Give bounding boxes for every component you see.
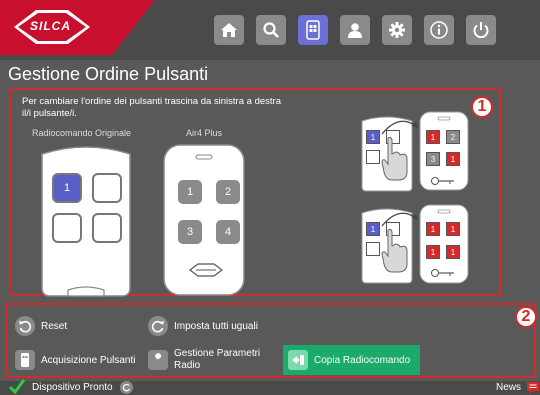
hand-pointer-icon xyxy=(381,136,408,181)
status-refresh-button[interactable] xyxy=(120,381,133,394)
user-button[interactable] xyxy=(340,15,370,45)
illus-button-label: 1 xyxy=(370,132,376,142)
step-badge-1: 1 xyxy=(471,96,493,118)
info-icon xyxy=(430,21,448,39)
silca-logo: SILCA xyxy=(0,0,155,55)
power-icon xyxy=(473,22,489,39)
acquire-buttons-label: Acquisizione Pulsanti xyxy=(41,354,136,366)
device-ready-text: Dispositivo Pronto xyxy=(32,382,113,393)
gear-icon xyxy=(389,22,405,38)
illus-button-label: 1 xyxy=(370,224,376,234)
illus-button: 1 xyxy=(426,130,440,144)
illus-button: 3 xyxy=(426,152,440,166)
power-button[interactable] xyxy=(466,15,496,45)
set-all-equal-label: Imposta tutti uguali xyxy=(174,320,258,332)
home-icon xyxy=(221,23,237,37)
copy-remote-icon xyxy=(288,350,308,370)
target-remote-button-1[interactable]: 1 xyxy=(178,180,202,204)
news-chat-icon[interactable] xyxy=(526,381,540,395)
illus-button-label: 1 xyxy=(450,247,456,257)
reset-button[interactable]: Reset xyxy=(15,316,67,336)
acquire-buttons-button[interactable]: Acquisizione Pulsanti xyxy=(15,350,136,370)
wrench-icon xyxy=(148,350,168,370)
illus-button: 1 xyxy=(426,245,440,259)
silca-mini-logo-icon xyxy=(189,263,223,277)
target-remote-button-2[interactable]: 2 xyxy=(216,180,240,204)
manage-params-button[interactable]: Gestione Parametri Radio xyxy=(148,348,268,372)
illus-button-label: 1 xyxy=(430,132,436,142)
settings-button[interactable] xyxy=(382,15,412,45)
original-remote-label: Radiocomando Originale xyxy=(32,128,132,138)
remote-icon xyxy=(306,20,320,40)
illus-button-label: 1 xyxy=(450,154,456,164)
illus-button-label: 1 xyxy=(450,224,456,234)
illus-button xyxy=(366,242,380,256)
hand-pointer-icon xyxy=(381,228,408,273)
original-remote-button-4[interactable] xyxy=(92,213,122,243)
illus-button: 2 xyxy=(446,130,460,144)
copy-remote-button[interactable]: Copia Radiocomando xyxy=(283,345,420,375)
key-logo-icon xyxy=(431,269,454,277)
original-remote-button-2[interactable] xyxy=(92,173,122,203)
refresh-icon xyxy=(148,316,168,336)
search-icon xyxy=(263,22,279,38)
target-remote-button-4[interactable]: 4 xyxy=(216,220,240,244)
remote-acquire-icon xyxy=(15,350,35,370)
status-bar: Dispositivo Pronto News xyxy=(0,379,540,395)
illus-button: 1 xyxy=(446,245,460,259)
instruction-text: Per cambiare l'ordine dei pulsanti trasc… xyxy=(22,96,281,119)
user-icon xyxy=(348,23,362,38)
illus-button: 1 xyxy=(426,222,440,236)
illus-button xyxy=(366,150,380,164)
original-remote-button-3[interactable] xyxy=(52,213,82,243)
copy-remote-label: Copia Radiocomando xyxy=(314,354,411,366)
illus-button: 1 xyxy=(446,152,460,166)
refresh-icon xyxy=(122,383,131,392)
page-title: Gestione Ordine Pulsanti xyxy=(8,64,209,84)
button-number: 1 xyxy=(63,182,71,194)
button-number: 4 xyxy=(224,226,232,238)
original-remote xyxy=(41,146,131,297)
target-remote-label: Air4 Plus xyxy=(186,128,223,138)
illus-button-label: 1 xyxy=(430,247,436,257)
set-all-equal-button[interactable]: Imposta tutti uguali xyxy=(148,316,258,336)
button-number: 3 xyxy=(186,226,194,238)
original-remote-button-1[interactable]: 1 xyxy=(52,173,82,203)
illus-button-label: 2 xyxy=(450,132,456,142)
button-number: 1 xyxy=(186,186,194,198)
search-button[interactable] xyxy=(256,15,286,45)
info-button[interactable] xyxy=(424,15,454,45)
illus-button-label: 3 xyxy=(430,154,436,164)
remote-button[interactable] xyxy=(298,15,328,45)
button-number: 2 xyxy=(224,186,232,198)
logo-text: SILCA xyxy=(30,19,71,33)
manage-params-label: Gestione Parametri Radio xyxy=(174,348,261,371)
illus-button: 1 xyxy=(446,222,460,236)
key-logo-icon xyxy=(431,177,454,185)
target-remote-button-3[interactable]: 3 xyxy=(178,220,202,244)
reset-icon xyxy=(15,316,35,336)
step-badge-2: 2 xyxy=(515,306,537,328)
reset-label: Reset xyxy=(41,320,68,332)
news-link[interactable]: News xyxy=(496,382,521,393)
home-button[interactable] xyxy=(214,15,244,45)
checkmark-icon xyxy=(8,379,26,395)
illus-button-label: 1 xyxy=(430,224,436,234)
top-bar: SILCA xyxy=(0,0,540,60)
